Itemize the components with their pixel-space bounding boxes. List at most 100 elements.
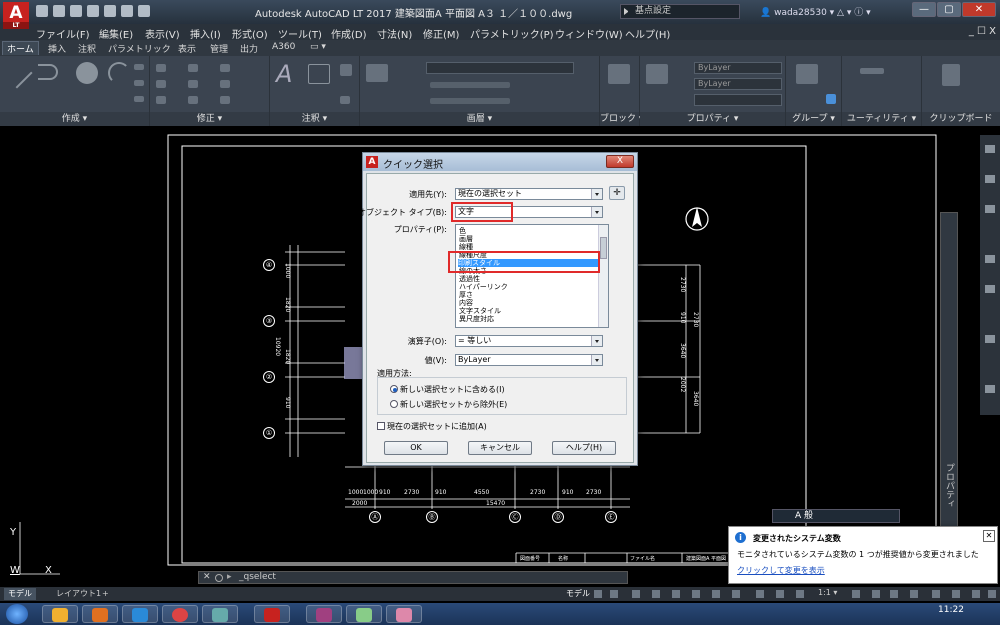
tab-a360[interactable]: A360 [272, 42, 295, 52]
taskbar-app2[interactable] [306, 605, 342, 623]
menu-format[interactable]: 形式(O) [232, 26, 268, 41]
taskbar-chrome[interactable] [162, 605, 198, 623]
document-window-controls[interactable]: _ ☐ X [969, 26, 996, 37]
minimize-button[interactable]: — [912, 2, 936, 17]
tab-manage[interactable]: 管理 [210, 42, 228, 55]
panel-modify-title[interactable]: 修正 ▾ [150, 112, 269, 126]
dialog-titlebar[interactable]: A クイック選択 X [363, 153, 637, 171]
panel-annotation-title[interactable]: 注釈 ▾ [270, 112, 359, 126]
command-line[interactable]: ✕ ▸ _qselect [198, 571, 628, 584]
table-icon[interactable] [340, 96, 350, 104]
tab-view[interactable]: 表示 [178, 42, 196, 55]
clean-screen-icon[interactable] [910, 590, 918, 598]
taskbar-paint[interactable] [346, 605, 382, 623]
menu-dimension[interactable]: 寸法(N) [377, 26, 412, 41]
scale-icon[interactable] [188, 96, 198, 104]
tab-insert[interactable]: 挿入 [48, 42, 66, 55]
radio-include[interactable]: 新しい選択セットに含める(I) [390, 384, 505, 395]
list-item[interactable]: ハイパーリンク [459, 283, 599, 291]
menu-view[interactable]: 表示(V) [145, 26, 180, 41]
taskbar-media[interactable] [82, 605, 118, 623]
arc-icon[interactable] [108, 62, 130, 84]
match-properties-icon[interactable] [646, 64, 668, 84]
workspace-icon[interactable] [852, 590, 860, 598]
units-icon[interactable] [890, 590, 898, 598]
append-checkbox[interactable]: 現在の選択セットに追加(A) [377, 421, 487, 432]
menu-draw[interactable]: 作成(D) [331, 26, 367, 41]
list-item[interactable]: 線種 [459, 243, 599, 251]
fillet-icon[interactable] [220, 80, 230, 88]
menu-icon[interactable] [988, 590, 996, 598]
layer-tools-icons[interactable] [430, 98, 510, 104]
group-select-icon[interactable] [826, 94, 836, 104]
panel-clipboard-title[interactable]: クリップボード [922, 112, 1000, 126]
list-scrollbar[interactable] [598, 225, 608, 327]
taskbar-app3[interactable] [386, 605, 422, 623]
tab-annotate[interactable]: 注釈 [78, 42, 96, 55]
menu-file[interactable]: ファイル(F) [36, 26, 90, 41]
ok-button[interactable]: OK [384, 441, 448, 455]
operator-select[interactable]: = 等しい [455, 335, 603, 347]
grid-icon[interactable] [594, 590, 602, 598]
list-item[interactable]: 厚さ [459, 291, 599, 299]
panel-utilities-title[interactable]: ユーティリティ ▾ [842, 112, 921, 126]
pan-icon[interactable] [985, 175, 995, 183]
tab-more[interactable]: ▭ ▾ [310, 42, 326, 52]
dimension-icon[interactable] [308, 64, 330, 84]
list-item[interactable]: 画層 [459, 235, 599, 243]
taskbar-ie[interactable] [122, 605, 158, 623]
view-icon[interactable] [985, 385, 995, 393]
save-as-icon[interactable] [87, 5, 99, 17]
insert-block-icon[interactable] [608, 64, 630, 84]
linetype-dropdown[interactable]: ByLayer [694, 78, 782, 90]
lineweight-icon[interactable] [732, 590, 740, 598]
rectangle-icon[interactable] [134, 64, 144, 70]
orbit-icon[interactable] [985, 255, 995, 263]
dialog-close-button[interactable]: X [606, 155, 634, 168]
annotation-scale-select[interactable]: 1:1 ▾ [818, 588, 837, 597]
print-icon[interactable] [104, 5, 116, 17]
zoom-icon[interactable] [985, 205, 995, 213]
text-icon[interactable]: A [276, 62, 296, 88]
balloon-close-button[interactable]: ✕ [983, 530, 995, 542]
autocad-logo-button[interactable]: A LT [3, 2, 29, 29]
circle-icon[interactable] [76, 62, 98, 84]
panel-layers-title[interactable]: 画層 ▾ [360, 112, 599, 126]
annotation-scale-icon[interactable] [796, 590, 804, 598]
notification-icon[interactable] [932, 590, 940, 598]
lineweight-dropdown[interactable] [694, 94, 782, 106]
help-button[interactable]: ヘルプ(H) [552, 441, 616, 455]
command-search-icon[interactable] [215, 574, 223, 582]
list-item[interactable]: 色 [459, 227, 599, 235]
tab-output[interactable]: 出力 [240, 42, 258, 55]
menu-modify[interactable]: 修正(M) [423, 26, 459, 41]
snap-icon[interactable] [610, 590, 618, 598]
panel-block-title[interactable]: ブロック ▾ [600, 112, 643, 126]
menu-window[interactable]: ウィンドウ(W) [555, 26, 623, 41]
osnap-tracking-icon[interactable] [692, 590, 700, 598]
add-layout-button[interactable]: + [98, 588, 113, 600]
ime-toolbar[interactable]: A 般 [772, 509, 900, 523]
copy-icon[interactable] [156, 80, 166, 88]
panel-properties-title[interactable]: プロパティ ▾ [640, 112, 785, 126]
fullscreen-icon[interactable] [972, 590, 980, 598]
auto-scale-icon[interactable] [776, 590, 784, 598]
start-button[interactable] [6, 604, 28, 624]
balloon-link[interactable]: クリックして変更を表示 [737, 565, 825, 576]
trim-icon[interactable] [220, 64, 230, 72]
showmotion-icon[interactable] [985, 285, 995, 293]
cancel-button[interactable]: キャンセル [468, 441, 532, 455]
tab-model[interactable]: モデル [4, 588, 36, 600]
menu-edit[interactable]: 編集(E) [99, 26, 133, 41]
save-icon[interactable] [70, 5, 82, 17]
menu-tools[interactable]: ツール(T) [278, 26, 322, 41]
command-input[interactable]: _qselect [239, 572, 276, 583]
redo-icon[interactable] [138, 5, 150, 17]
draw-order-icon[interactable] [985, 335, 995, 343]
list-item[interactable]: 透過性 [459, 275, 599, 283]
value-select[interactable]: ByLayer [455, 354, 603, 366]
properties-palette[interactable]: プロパティ [940, 212, 958, 527]
ortho-icon[interactable] [632, 590, 640, 598]
isodraft-icon[interactable] [672, 590, 680, 598]
stretch-icon[interactable] [156, 96, 166, 104]
